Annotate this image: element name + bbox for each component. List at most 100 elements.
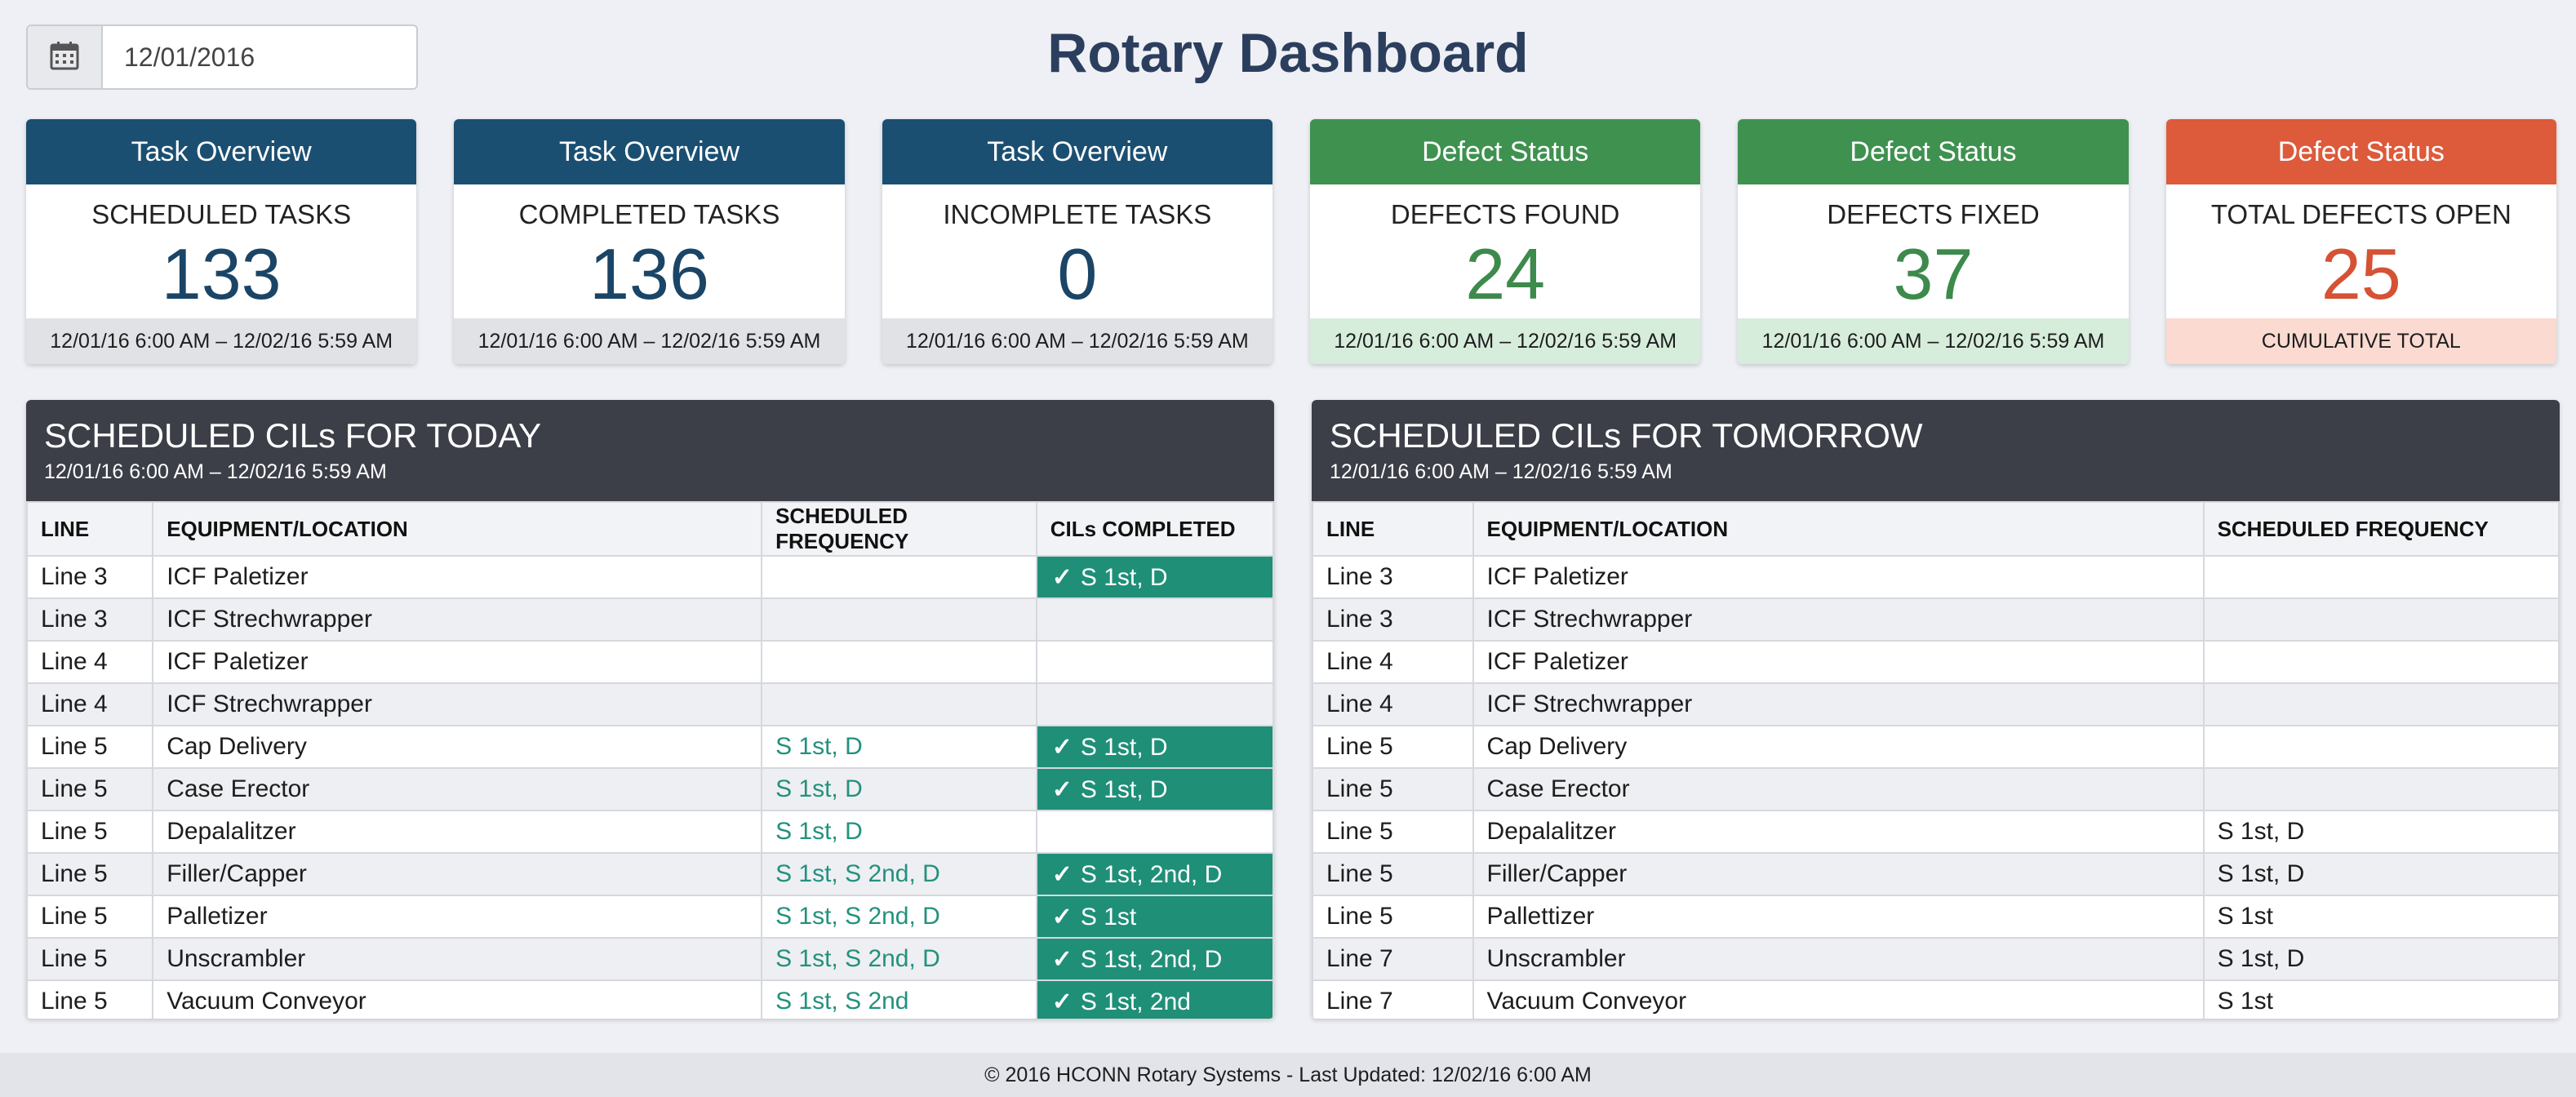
table-body: Line 3 ICF Paletizer ✓ S 1st, D Line 3 ICF St…	[26, 555, 1274, 1019]
line-cell: Line 5	[26, 810, 154, 854]
table-row: Line 7 Unscrambler S 1st, D	[1312, 937, 2560, 981]
check-icon: ✓	[1051, 903, 1073, 930]
line-cell-text: Line 3	[1326, 563, 1393, 590]
card-value: 25	[2321, 233, 2401, 314]
column-header: EQUIPMENT/LOCATION	[152, 501, 763, 557]
check-icon: ✓	[1051, 988, 1073, 1015]
frequency-cell: S 1st, D	[761, 767, 1037, 811]
table-row: Line 4 ICF Strechwrapper	[26, 682, 1274, 726]
completed-cell	[1035, 682, 1274, 726]
card-footer: 12/01/16 6:00 AM – 12/02/16 5:59 AM	[1309, 318, 1701, 364]
equipment-cell: ICF Strechwrapper	[1472, 682, 2205, 726]
line-cell: Line 5	[26, 767, 154, 811]
equipment-cell-text: Case Erector	[1486, 775, 1630, 802]
table-row: Line 7 Vacuum Conveyor S 1st	[1312, 979, 2560, 1019]
card-header: Task Overview	[454, 119, 845, 184]
table-row: Line 5 Cap Delivery S 1st, D ✓ S 1st, D	[26, 725, 1274, 769]
equipment-cell-text: ICF Strechwrapper	[1486, 691, 1693, 717]
frequency-cell-text: S 1st, D	[775, 733, 863, 760]
equipment-cell-text: ICF Paletizer	[1486, 648, 1628, 675]
line-cell-text: Line 4	[1326, 648, 1393, 675]
table-body: Line 3 ICF Paletizer Line 3 ICF Strechwrapp…	[1312, 555, 2560, 1019]
equipment-cell: Unscrambler	[152, 937, 763, 981]
card-footer: 12/01/16 6:00 AM – 12/02/16 5:59 AM	[26, 318, 417, 364]
equipment-cell: ICF Paletizer	[1472, 555, 2205, 599]
frequency-cell	[761, 640, 1037, 684]
frequency-cell-text: S 1st, S 2nd	[775, 988, 909, 1015]
defects-found-card: Defect Status DEFECTS FOUND 24 12/01/16 …	[1309, 119, 1701, 364]
frequency-cell	[761, 597, 1037, 642]
line-cell-text: Line 5	[1326, 903, 1393, 930]
card-header: Task Overview	[882, 119, 1272, 184]
equipment-cell-text: Cap Delivery	[1486, 733, 1628, 760]
panel-subtitle: 12/01/16 6:00 AM – 12/02/16 5:59 AM	[1330, 460, 1672, 483]
card-footer: 12/01/16 6:00 AM – 12/02/16 5:59 AM	[882, 318, 1272, 364]
check-icon: ✓	[1051, 775, 1073, 803]
equipment-cell: Case Erector	[1472, 767, 2205, 811]
frequency-cell: S 1st, D	[761, 810, 1037, 854]
equipment-cell: Unscrambler	[1472, 937, 2205, 981]
frequency-cell	[2202, 682, 2560, 726]
scheduled-tasks-card: Task Overview SCHEDULED TASKS 133 12/01/…	[26, 119, 417, 364]
defects-fixed-card: Defect Status DEFECTS FIXED 37 12/01/16 …	[1738, 119, 2129, 364]
panel-header: SCHEDULED CILs FOR TOMORROW 12/01/16 6:0…	[1312, 400, 2560, 501]
panel-subtitle: 12/01/16 6:00 AM – 12/02/16 5:59 AM	[44, 460, 387, 483]
incomplete-tasks-card: Task Overview INCOMPLETE TASKS 0 12/01/1…	[882, 119, 1272, 364]
frequency-cell: S 1st, S 2nd, D	[761, 937, 1037, 981]
equipment-cell: ICF Paletizer	[152, 640, 763, 684]
equipment-cell-text: Vacuum Conveyor	[167, 988, 366, 1015]
table-header-row: LINE EQUIPMENT/LOCATION SCHEDULED FREQUE…	[26, 501, 1274, 557]
completed-cell: ✓ S 1st, 2nd, D	[1035, 937, 1274, 981]
equipment-cell-text: Depalalitzer	[1486, 818, 1616, 845]
date-picker[interactable]: 12/01/2016	[26, 24, 418, 90]
frequency-cell-text: S 1st	[2217, 988, 2273, 1015]
line-cell-text: Line 7	[1326, 945, 1393, 972]
card-footer: CUMULATIVE TOTAL	[2165, 318, 2556, 364]
card-label: COMPLETED TASKS	[518, 199, 780, 229]
table-row: Line 4 ICF Strechwrapper	[1312, 682, 2560, 726]
line-cell: Line 4	[1312, 682, 1474, 726]
frequency-cell: S 1st, S 2nd	[761, 979, 1037, 1019]
frequency-cell	[761, 555, 1037, 599]
completed-cell-text: S 1st, 2nd, D	[1080, 860, 1223, 888]
equipment-cell: Pallettizer	[1472, 895, 2205, 939]
equipment-cell-text: Vacuum Conveyor	[1486, 988, 1687, 1015]
equipment-cell: ICF Strechwrapper	[1472, 597, 2205, 642]
equipment-cell-text: Cap Delivery	[167, 733, 307, 760]
table-row: Line 5 Case Erector	[1312, 767, 2560, 811]
line-cell-text: Line 5	[41, 988, 108, 1015]
card-value: 24	[1465, 233, 1546, 314]
frequency-cell	[761, 682, 1037, 726]
calendar-button[interactable]	[28, 26, 103, 88]
line-cell-text: Line 3	[1326, 606, 1393, 633]
frequency-cell-text: S 1st, D	[2217, 818, 2305, 845]
completed-cell-text: S 1st	[1080, 903, 1137, 930]
equipment-cell-text: Filler/Capper	[167, 860, 307, 887]
column-header: EQUIPMENT/LOCATION	[1472, 501, 2205, 557]
table-row: Line 3 ICF Strechwrapper	[26, 597, 1274, 642]
completed-cell: ✓ S 1st, 2nd, D	[1035, 852, 1274, 896]
completed-tasks-card: Task Overview COMPLETED TASKS 136 12/01/…	[454, 119, 845, 364]
date-input[interactable]: 12/01/2016	[103, 26, 416, 88]
equipment-cell-text: ICF Strechwrapper	[167, 691, 372, 717]
card-header: Defect Status	[2165, 119, 2556, 184]
frequency-cell	[2202, 555, 2560, 599]
equipment-cell: Case Erector	[152, 767, 763, 811]
card-header: Defect Status	[1309, 119, 1701, 184]
equipment-cell: Cap Delivery	[1472, 725, 2205, 769]
table-row: Line 5 Filler/Capper S 1st, D	[1312, 852, 2560, 896]
card-value: 136	[589, 233, 709, 314]
line-cell-text: Line 7	[1326, 988, 1393, 1015]
frequency-cell-text: S 1st, S 2nd, D	[775, 945, 940, 972]
line-cell: Line 5	[1312, 895, 1474, 939]
line-cell: Line 5	[1312, 810, 1474, 854]
line-cell: Line 5	[26, 937, 154, 981]
line-cell: Line 5	[1312, 767, 1474, 811]
line-cell-text: Line 3	[41, 606, 108, 633]
panel-title: SCHEDULED CILs FOR TODAY	[44, 416, 542, 455]
completed-cell-text: S 1st, D	[1080, 563, 1168, 591]
equipment-cell-text: ICF Paletizer	[167, 648, 309, 675]
check-icon: ✓	[1051, 733, 1073, 761]
line-cell: Line 5	[1312, 852, 1474, 896]
completed-cell-text: S 1st, D	[1080, 775, 1168, 803]
